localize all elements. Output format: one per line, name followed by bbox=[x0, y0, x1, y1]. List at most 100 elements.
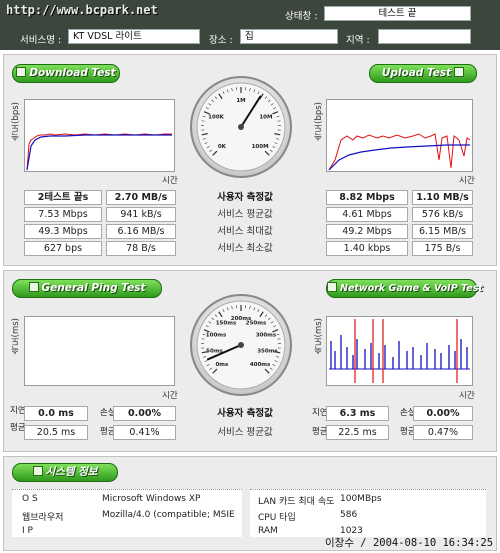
ping-row-label-user: 사용자 측정값 bbox=[217, 408, 273, 419]
general-ping-test-label: General Ping Test bbox=[41, 282, 146, 294]
ping-gauge-tick-label: 350ms bbox=[257, 348, 278, 354]
upload-user-mbps: 8.82 Mbps bbox=[326, 190, 408, 205]
os-value: Microsoft Windows XP bbox=[102, 494, 201, 504]
ping-row-label-avg: 서비스 평균값 bbox=[217, 427, 273, 438]
game-user-delay: 6.3 ms bbox=[326, 406, 389, 421]
game-y-axis-label: 속도(ms) bbox=[314, 318, 324, 355]
download-test-button[interactable]: Download Test bbox=[12, 64, 120, 83]
speed-gauge-tick-label: 10M bbox=[259, 115, 272, 121]
download-avg-mbs: 941 kB/s bbox=[106, 207, 176, 222]
speed-gauge-tick-label: 100K bbox=[208, 115, 224, 121]
upload-series-red bbox=[328, 133, 471, 171]
ping-gauge-tick-label: 400ms bbox=[250, 362, 271, 368]
row-label-min: 서비스 최소값 bbox=[217, 243, 273, 254]
lan-speed-value: 100MBps bbox=[340, 494, 382, 504]
speed-gauge-tick-label: 0K bbox=[218, 144, 227, 150]
general-ping-test-button[interactable]: General Ping Test bbox=[12, 279, 162, 298]
game-avg-delay: 22.5 ms bbox=[326, 425, 389, 440]
system-info-title: 시스템 정보 bbox=[45, 466, 98, 478]
ram-label: RAM bbox=[258, 526, 278, 536]
system-info-left: O S Microsoft Windows XP 웹브라우저 Mozilla/4… bbox=[12, 489, 242, 537]
speed-gauge-tick-label: 100M bbox=[252, 144, 269, 150]
ping-user-delay: 0.0 ms bbox=[24, 406, 88, 421]
download-y-axis-label: 속도(bps) bbox=[11, 102, 21, 141]
game-graph bbox=[326, 316, 473, 386]
upload-graph bbox=[326, 99, 473, 172]
game-x-axis-label: 시간 bbox=[459, 391, 475, 401]
system-info-tab[interactable]: 시스템 정보 bbox=[12, 463, 118, 482]
region-label: 지역 : bbox=[346, 35, 370, 46]
service-label: 서비스명 : bbox=[20, 35, 62, 46]
row-label-max: 서비스 최대값 bbox=[217, 226, 273, 237]
cpu-type-value: 586 bbox=[340, 510, 358, 520]
network-game-voip-test-label: Network Game & VoIP Test bbox=[340, 283, 483, 294]
ping-y-axis-label: 속도(ms) bbox=[11, 318, 21, 355]
upload-graph-svg bbox=[328, 133, 471, 171]
service-field[interactable]: KT VDSL 라이트 bbox=[68, 29, 200, 44]
game-avg-loss: 0.47% bbox=[413, 425, 473, 440]
cpu-type-label: CPU 타입 bbox=[258, 513, 296, 523]
upload-icon bbox=[454, 67, 465, 77]
network-game-voip-test-button[interactable]: Network Game & VoIP Test bbox=[326, 279, 483, 298]
ping-avg-loss: 0.41% bbox=[113, 425, 176, 440]
browser-value: Mozilla/4.0 (compatible; MSIE bbox=[102, 510, 235, 520]
row-label-user: 사용자 측정값 bbox=[217, 192, 273, 203]
speed-gauge-tick-label: 1M bbox=[236, 98, 245, 104]
game-graph-svg bbox=[329, 319, 470, 383]
download-icon bbox=[16, 67, 27, 77]
upload-min-mbps: 1.40 kbps bbox=[326, 241, 408, 256]
download-avg-mbps: 7.53 Mbps bbox=[24, 207, 102, 222]
download-min-mbs: 78 B/s bbox=[106, 241, 176, 256]
lan-speed-label: LAN 카드 최대 속도 bbox=[258, 497, 335, 507]
region-field[interactable] bbox=[378, 29, 471, 44]
upload-user-mbs: 1.10 MB/s bbox=[412, 190, 473, 205]
ping-icon bbox=[28, 282, 39, 292]
ping-gauge-tick-label: 250ms bbox=[246, 321, 267, 327]
speed-gauge-hub bbox=[238, 124, 244, 130]
ping-gauge-svg: 0ms50ms100ms150ms200ms250ms300ms350ms400… bbox=[196, 300, 286, 390]
place-label: 장소 : bbox=[209, 35, 233, 46]
speed-gauge-svg: 0K 100K 1M 10M 100M bbox=[196, 82, 286, 172]
download-user-mbs: 2.70 MB/s bbox=[106, 190, 176, 205]
speed-gauge: 0K 100K 1M 10M 100M bbox=[190, 76, 292, 178]
ping-gauge-tick-label: 100ms bbox=[206, 333, 227, 339]
row-label-avg: 서비스 평균값 bbox=[217, 209, 273, 220]
system-icon bbox=[32, 466, 43, 476]
upload-test-button[interactable]: Upload Test bbox=[369, 64, 477, 83]
ping-x-axis-label: 시간 bbox=[162, 391, 178, 401]
game-user-loss: 0.00% bbox=[413, 406, 473, 421]
upload-x-axis-label: 시간 bbox=[459, 176, 475, 186]
ping-gauge-tick-label: 300ms bbox=[256, 333, 277, 339]
upload-avg-mbps: 4.61 Mbps bbox=[326, 207, 408, 222]
header-bar: http://www.bcpark.net 상태창 : 테스트 끝 서비스명 :… bbox=[0, 0, 500, 50]
status-label: 상태창 : bbox=[285, 11, 318, 22]
download-max-mbs: 6.16 MB/s bbox=[106, 224, 176, 239]
ping-gauge: 0ms 50ms 100ms 150ms 200ms 250ms 300ms 350ms 400… bbox=[190, 294, 292, 396]
watermark: http://www.bcpark.net bbox=[6, 3, 158, 17]
download-series-blue bbox=[26, 134, 172, 171]
upload-max-mbps: 49.2 Mbps bbox=[326, 224, 408, 239]
download-min-mbps: 627 bps bbox=[24, 241, 102, 256]
ping-avg-delay: 20.5 ms bbox=[24, 425, 88, 440]
place-field[interactable]: 집 bbox=[240, 29, 338, 44]
timestamp: 이창수 / 2004-08-10 16:34:25 bbox=[325, 537, 494, 549]
browser-label: 웹브라우저 bbox=[22, 513, 64, 523]
ping-gauge-hub bbox=[238, 342, 244, 348]
download-test-label: Download Test bbox=[29, 67, 116, 79]
ip-label: I P bbox=[22, 526, 33, 536]
status-field: 테스트 끝 bbox=[324, 6, 471, 21]
upload-max-mbs: 6.15 MB/s bbox=[412, 224, 473, 239]
download-user-mbps: 2테스트 끝s bbox=[24, 190, 102, 205]
system-info-right: LAN 카드 최대 속도 100MBps CPU 타입 586 RAM 1023 bbox=[250, 489, 486, 537]
ping-graph bbox=[24, 316, 175, 386]
upload-y-axis-label: 속도(bps) bbox=[314, 102, 324, 141]
ping-user-loss: 0.00% bbox=[113, 406, 176, 421]
download-graph-svg bbox=[26, 133, 172, 171]
download-graph bbox=[24, 99, 175, 172]
upload-min-mbs: 175 B/s bbox=[412, 241, 473, 256]
game-icon bbox=[327, 282, 337, 292]
upload-avg-mbs: 576 kB/s bbox=[412, 207, 473, 222]
upload-test-label: Upload Test bbox=[381, 67, 452, 79]
download-max-mbps: 49.3 Mbps bbox=[24, 224, 102, 239]
download-x-axis-label: 시간 bbox=[162, 176, 178, 186]
